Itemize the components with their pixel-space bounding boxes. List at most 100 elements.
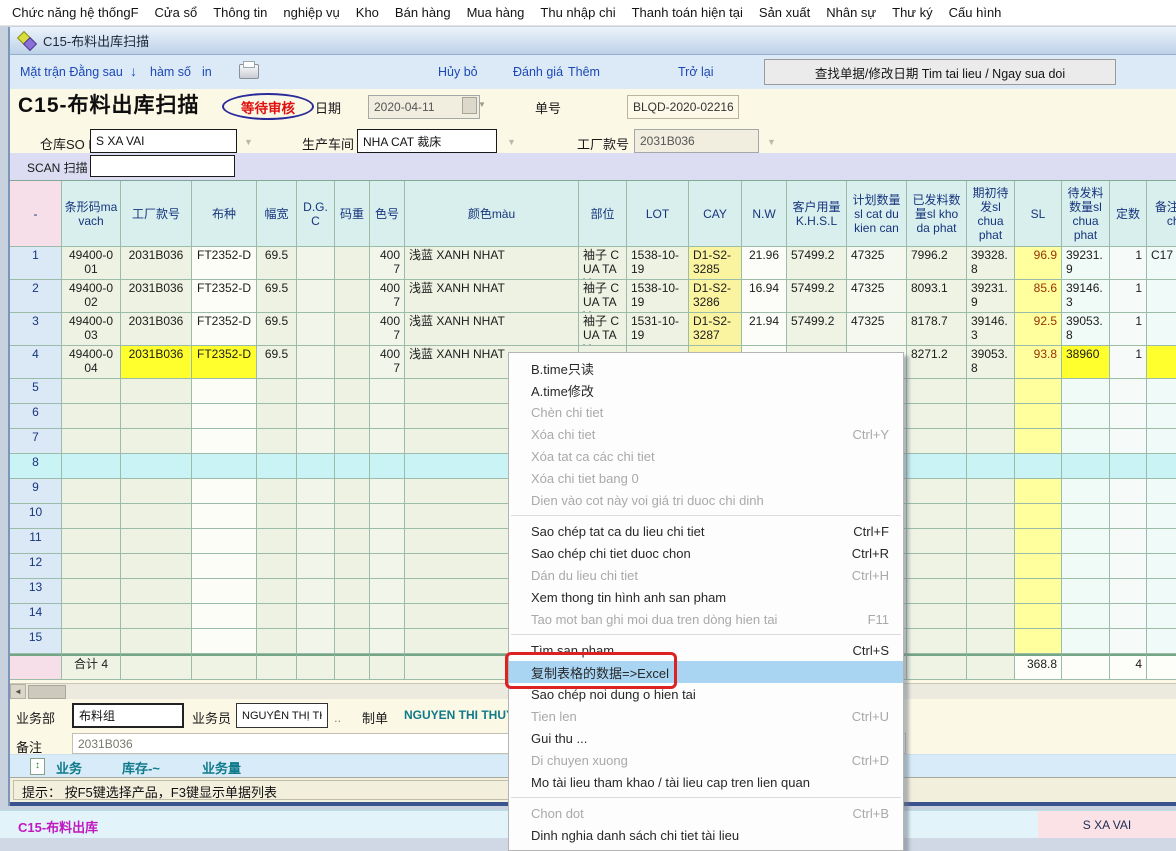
grid-cell-color_no[interactable]: 4007 xyxy=(370,346,405,379)
workshop-dropdown-icon[interactable]: ▼ xyxy=(507,137,516,147)
clerk-lookup-dots[interactable]: .. xyxy=(334,710,341,725)
refresh-doc-icon[interactable]: ↕ xyxy=(30,758,45,775)
grid-cell-num[interactable]: 9 xyxy=(10,479,62,504)
grid-cell-fabric[interactable] xyxy=(192,379,257,404)
grid-cell-barcode[interactable] xyxy=(62,404,121,429)
grid-cell-num[interactable]: 15 xyxy=(10,629,62,654)
menubar-item-4[interactable]: nghiệp vụ xyxy=(275,1,347,24)
grid-cell-issued[interactable] xyxy=(907,604,967,629)
menubar-item-11[interactable]: Nhân sự xyxy=(818,1,884,24)
grid-cell-color_no[interactable] xyxy=(370,479,405,504)
grid-cell-wait_issue[interactable] xyxy=(1062,379,1110,404)
grid-cell-weight[interactable] xyxy=(335,429,370,454)
grid-cell-nw[interactable]: 21.96 xyxy=(742,247,787,280)
grid-cell-part[interactable]: 袖子 C UA TAY xyxy=(579,280,627,313)
grid-cell-sl[interactable]: 93.8 xyxy=(1015,346,1062,379)
grid-cell-dgc[interactable] xyxy=(297,479,335,504)
grid-cell-begin_wait[interactable]: 39146.3 xyxy=(967,313,1015,346)
grid-cell-dgc[interactable] xyxy=(297,604,335,629)
grid-cell-fabric[interactable] xyxy=(192,404,257,429)
grid-cell-color[interactable]: 浅蓝 XANH NHAT xyxy=(405,247,579,280)
grid-cell-width[interactable] xyxy=(257,454,297,479)
grid-cell-barcode[interactable]: 49400-003 xyxy=(62,313,121,346)
grid-cell-begin_wait[interactable] xyxy=(967,404,1015,429)
grid-cell-note[interactable] xyxy=(1147,404,1176,429)
grid-cell-note[interactable] xyxy=(1147,629,1176,654)
grid-cell-fixed[interactable] xyxy=(1110,404,1147,429)
style-no-field[interactable] xyxy=(634,129,759,153)
grid-cell-width[interactable] xyxy=(257,579,297,604)
grid-cell-barcode[interactable] xyxy=(62,604,121,629)
grid-cell-dgc[interactable] xyxy=(297,346,335,379)
grid-cell-note[interactable] xyxy=(1147,554,1176,579)
grid-cell-weight[interactable] xyxy=(335,313,370,346)
toolbar-back-button[interactable]: Mặt trận Đằng sau xyxy=(20,65,123,79)
grid-cell-factory[interactable]: 2031B036 xyxy=(121,247,192,280)
grid-cell-factory[interactable] xyxy=(121,504,192,529)
context-menu-item-16[interactable]: 复制表格的数据=>Excel xyxy=(509,661,903,683)
grid-cell-cay[interactable]: D1-S2-3285 xyxy=(689,247,742,280)
grid-cell-factory[interactable] xyxy=(121,404,192,429)
grid-cell-begin_wait[interactable] xyxy=(967,604,1015,629)
grid-cell-barcode[interactable] xyxy=(62,629,121,654)
grid-cell-dgc[interactable] xyxy=(297,454,335,479)
grid-cell-fabric[interactable]: FT2352-D xyxy=(192,346,257,379)
grid-cell-lot[interactable]: 1531-10-19 xyxy=(627,313,689,346)
grid-cell-plan[interactable]: 47325 xyxy=(847,313,907,346)
grid-cell-sl[interactable] xyxy=(1015,379,1062,404)
grid-cell-barcode[interactable] xyxy=(62,379,121,404)
grid-cell-fabric[interactable]: FT2352-D xyxy=(192,247,257,280)
grid-cell-factory[interactable] xyxy=(121,604,192,629)
grid-cell-sl[interactable] xyxy=(1015,429,1062,454)
grid-cell-plan[interactable]: 47325 xyxy=(847,247,907,280)
toolbar-cancel-button[interactable]: Hủy bỏ xyxy=(438,65,478,79)
grid-cell-barcode[interactable] xyxy=(62,554,121,579)
grid-cell-dgc[interactable] xyxy=(297,379,335,404)
menubar-item-12[interactable]: Thư ký xyxy=(884,1,941,24)
grid-cell-issued[interactable] xyxy=(907,379,967,404)
grid-cell-wait_issue[interactable] xyxy=(1062,529,1110,554)
grid-cell-fabric[interactable]: FT2352-D xyxy=(192,313,257,346)
grid-cell-num[interactable]: 3 xyxy=(10,313,62,346)
grid-cell-dgc[interactable] xyxy=(297,247,335,280)
grid-cell-weight[interactable] xyxy=(335,554,370,579)
grid-cell-weight[interactable] xyxy=(335,454,370,479)
grid-cell-weight[interactable] xyxy=(335,280,370,313)
grid-cell-color_no[interactable] xyxy=(370,554,405,579)
scroll-left-arrow-icon[interactable]: ◄ xyxy=(10,684,26,699)
column-header-note[interactable]: 备注 ghi chú xyxy=(1147,181,1176,247)
grid-cell-khsl[interactable]: 57499.2 xyxy=(787,280,847,313)
grid-cell-width[interactable] xyxy=(257,379,297,404)
grid-cell-width[interactable] xyxy=(257,629,297,654)
grid-cell-wait_issue[interactable]: 39053.8 xyxy=(1062,313,1110,346)
grid-cell-num[interactable]: 10 xyxy=(10,504,62,529)
column-header-barcode[interactable]: 条形码ma vach xyxy=(62,181,121,247)
grid-cell-issued[interactable]: 8178.7 xyxy=(907,313,967,346)
scan-input[interactable] xyxy=(90,155,235,177)
grid-cell-factory[interactable]: 2031B036 xyxy=(121,280,192,313)
grid-cell-khsl[interactable]: 57499.2 xyxy=(787,313,847,346)
column-header-num[interactable]: - xyxy=(10,181,62,247)
down-arrow-icon[interactable]: ↓ xyxy=(130,63,137,79)
grid-cell-width[interactable] xyxy=(257,429,297,454)
grid-cell-nw[interactable]: 21.94 xyxy=(742,313,787,346)
grid-cell-color_no[interactable] xyxy=(370,629,405,654)
grid-cell-note[interactable] xyxy=(1147,313,1176,346)
grid-cell-weight[interactable] xyxy=(335,346,370,379)
grid-cell-fixed[interactable] xyxy=(1110,379,1147,404)
grid-cell-fixed[interactable] xyxy=(1110,604,1147,629)
taskbar-document-item[interactable]: C15-布料出库 xyxy=(18,817,98,836)
grid-cell-fabric[interactable] xyxy=(192,604,257,629)
column-header-part[interactable]: 部位 xyxy=(579,181,627,247)
context-menu-item-9[interactable]: Sao chép tat ca du lieu chi tietCtrl+F xyxy=(509,520,903,542)
grid-cell-issued[interactable] xyxy=(907,629,967,654)
column-header-lot[interactable]: LOT xyxy=(627,181,689,247)
grid-cell-fixed[interactable]: 1 xyxy=(1110,280,1147,313)
grid-cell-nw[interactable]: 16.94 xyxy=(742,280,787,313)
grid-cell-sl[interactable] xyxy=(1015,404,1062,429)
grid-cell-plan[interactable]: 47325 xyxy=(847,280,907,313)
grid-cell-color_no[interactable] xyxy=(370,504,405,529)
menubar-item-13[interactable]: Cấu hình xyxy=(941,1,1010,24)
grid-cell-fixed[interactable]: 1 xyxy=(1110,346,1147,379)
grid-cell-issued[interactable]: 8093.1 xyxy=(907,280,967,313)
